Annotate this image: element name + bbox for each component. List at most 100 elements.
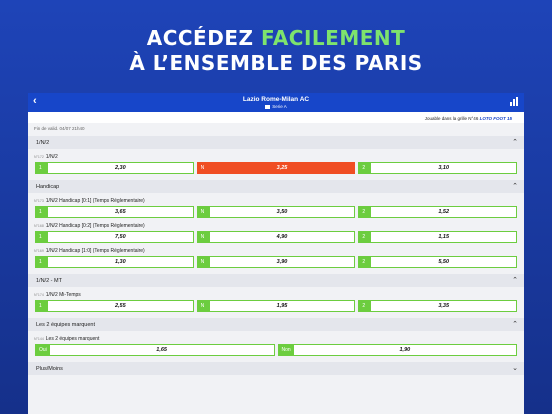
market-name: 1/N/2 <box>45 154 58 160</box>
odds-value: 1,90 <box>399 347 411 353</box>
chevron-up-icon[interactable]: ⌃ <box>512 182 518 190</box>
match-title: Lazio Rome-Milan AC <box>242 96 310 103</box>
market-label: N°169 1/N/2 Handicap [1:0] (Temps Régleme… <box>28 243 524 256</box>
market-name: 1/N/2 Handicap [0:2] (Temps Réglementair… <box>45 223 145 229</box>
validity-text: Fin de valid. 04/07 21h40 <box>28 123 524 134</box>
odds-outcome: 2 <box>359 232 372 242</box>
odds-button[interactable]: 2 3,35 <box>358 300 518 312</box>
odds-outcome: 1 <box>36 301 48 311</box>
section-header[interactable]: 1/N/2 ⌃ <box>28 136 524 149</box>
odds-button[interactable]: N 3,50 <box>196 206 356 218</box>
chevron-down-icon[interactable]: ⌄ <box>512 364 518 372</box>
market-name: Les 2 équipes marquent <box>45 336 100 342</box>
app-screen: ‹ Lazio Rome-Milan AC Serie A Jouable da… <box>28 93 524 414</box>
market-name: 1/N/2 Handicap [1:0] (Temps Réglementair… <box>45 248 145 254</box>
odds-row: 1 2,55 N 1,95 2 3,35 <box>28 300 524 312</box>
odds-button[interactable]: 1 3,65 <box>35 206 194 218</box>
market-label: N°172 1/N/2 <box>28 149 524 162</box>
odds-value: 1,15 <box>438 234 450 240</box>
odds-button[interactable]: Non 1,90 <box>277 344 517 356</box>
market-label: N°173 1/N/2 Handicap [0:1] (Temps Régleme… <box>28 193 524 206</box>
league-label: Serie A <box>28 104 524 109</box>
section-title: Handicap <box>36 184 60 190</box>
odds-value: 4,90 <box>276 234 288 240</box>
odds-button[interactable]: 2 5,50 <box>358 256 518 268</box>
odds-button[interactable]: Oui 1,65 <box>35 344 275 356</box>
odds-value: 3,25 <box>276 165 288 171</box>
odds-value: 7,50 <box>114 234 126 240</box>
odds-value: 1,95 <box>276 303 288 309</box>
chevron-up-icon[interactable]: ⌃ <box>512 138 518 146</box>
markets-list: 1/N/2 ⌃ N°172 1/N/2 1 2,30 N 3,25 2 3,10 Handicap ⌃… <box>28 136 524 379</box>
stats-icon[interactable] <box>510 97 518 106</box>
odds-outcome: 2 <box>359 301 372 311</box>
chevron-up-icon[interactable]: ⌃ <box>512 320 518 328</box>
odds-button[interactable]: 1 7,50 <box>35 231 194 243</box>
odds-row: 1 7,50 N 4,90 2 1,15 <box>28 231 524 243</box>
odds-value: 3,50 <box>276 209 288 215</box>
market-label: N°174 1/N/2 Mi-Temps <box>28 287 524 300</box>
market-code: N°169 <box>34 249 44 253</box>
odds-outcome: 2 <box>359 207 372 217</box>
odds-outcome: N <box>197 257 210 267</box>
odds-outcome: N <box>197 163 210 173</box>
odds-button[interactable]: 2 3,10 <box>358 162 518 174</box>
odds-outcome: N <box>197 301 210 311</box>
market-code: N°174 <box>34 293 44 297</box>
section-title: Plus/Moins <box>36 366 63 372</box>
odds-outcome: 1 <box>36 257 48 267</box>
odds-value: 3,90 <box>276 259 288 265</box>
market-name: 1/N/2 Handicap [0:1] (Temps Réglementair… <box>45 198 145 204</box>
section-title: 1/N/2 - MT <box>36 278 62 284</box>
market-label: N°168 1/N/2 Handicap [0:2] (Temps Régleme… <box>28 218 524 231</box>
odds-outcome: N <box>197 207 210 217</box>
section-header[interactable]: Handicap ⌃ <box>28 180 524 193</box>
odds-button[interactable]: 2 1,52 <box>358 206 518 218</box>
odds-button[interactable]: N 3,90 <box>196 256 356 268</box>
market-name: 1/N/2 Mi-Temps <box>45 292 81 298</box>
market-code: N°168 <box>34 224 44 228</box>
headline-line1: ACCÉDEZ <box>146 26 261 50</box>
market-label: N°144 Les 2 équipes marquent <box>28 331 524 344</box>
odds-button[interactable]: N 1,95 <box>196 300 356 312</box>
odds-button[interactable]: 1 1,30 <box>35 256 194 268</box>
market-code: N°172 <box>34 155 44 159</box>
headline-line2: À L’ENSEMBLE DES PARIS <box>129 51 423 75</box>
market-code: N°144 <box>34 337 44 341</box>
flag-icon <box>265 104 271 109</box>
odds-value: 3,65 <box>114 209 126 215</box>
odds-button[interactable]: N 3,25 <box>196 162 356 174</box>
odds-value: 3,35 <box>438 303 450 309</box>
odds-button[interactable]: 2 1,15 <box>358 231 518 243</box>
section-header[interactable]: Plus/Moins ⌄ <box>28 362 524 375</box>
odds-value: 3,10 <box>438 165 450 171</box>
odds-value: 5,50 <box>438 259 450 265</box>
odds-button[interactable]: 1 2,30 <box>35 162 194 174</box>
odds-button[interactable]: N 4,90 <box>196 231 356 243</box>
headline-accent: FACILEMENT <box>260 26 406 50</box>
odds-value: 1,65 <box>156 347 167 353</box>
odds-outcome: 1 <box>36 163 48 173</box>
odds-value: 1,52 <box>438 209 450 215</box>
section-header[interactable]: Les 2 équipes marquent ⌃ <box>28 318 524 331</box>
odds-outcome: 2 <box>359 163 372 173</box>
section-title: Les 2 équipes marquent <box>36 322 96 328</box>
headline: ACCÉDEZ FACILEMENT À L’ENSEMBLE DES PARI… <box>0 26 552 76</box>
league-name: Serie A <box>272 104 287 109</box>
odds-button[interactable]: 1 2,55 <box>35 300 194 312</box>
odds-row: 1 3,65 N 3,50 2 1,52 <box>28 206 524 218</box>
odds-value: 2,55 <box>114 303 126 309</box>
section-header[interactable]: 1/N/2 - MT ⌃ <box>28 274 524 287</box>
market-code: N°173 <box>34 199 44 203</box>
odds-row: 1 1,30 N 3,90 2 5,50 <box>28 256 524 268</box>
loto-foot-banner[interactable]: Jouable dans la grille N°46 LOTO FOOT 15 <box>28 112 524 123</box>
chevron-up-icon[interactable]: ⌃ <box>512 276 518 284</box>
odds-outcome: 1 <box>36 232 48 242</box>
odds-outcome: Oui <box>36 345 50 355</box>
odds-row: Oui 1,65 Non 1,90 <box>28 344 524 356</box>
